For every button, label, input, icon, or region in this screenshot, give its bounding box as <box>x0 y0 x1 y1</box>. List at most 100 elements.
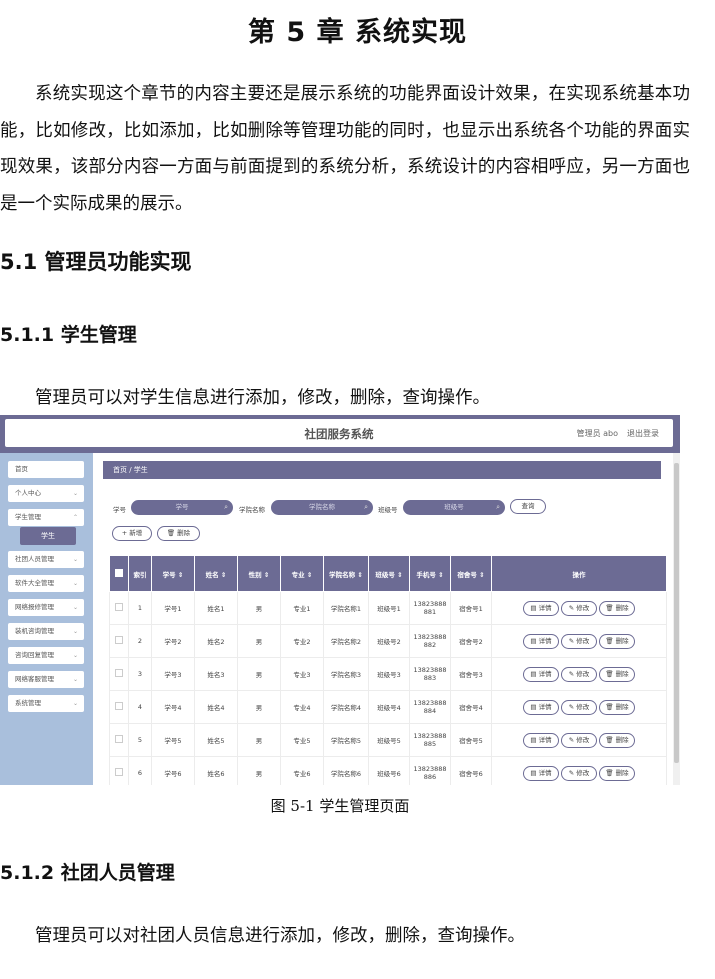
sidebar: 首页 个人中心 ⌄ 学生管理 ⌃ 学生 社团人员管理 ⌄ 软件大全管理 ⌄ 网络报修管理… <box>0 453 93 785</box>
delete-button[interactable]: 🗑 删除 <box>599 699 635 715</box>
edit-label: 修改 <box>576 603 590 612</box>
cell-phone: 13823888881 <box>409 591 451 625</box>
batch-delete-button[interactable]: 🗑 删除 <box>157 526 200 541</box>
sidebar-item-home[interactable]: 首页 <box>8 461 84 478</box>
trash-icon: 🗑 <box>605 636 614 645</box>
student-no-input[interactable]: 学号 ⌕ <box>131 500 233 515</box>
edit-button[interactable]: ✎ 修改 <box>561 765 597 781</box>
cell-name: 姓名5 <box>194 723 238 757</box>
cell-name: 姓名4 <box>194 690 238 724</box>
sidebar-item-install-consult[interactable]: 装机咨询管理 ⌄ <box>8 623 84 640</box>
trash-icon: 🗑 <box>605 735 614 744</box>
sidebar-item-consult-reply[interactable]: 咨询回复管理 ⌄ <box>8 647 84 664</box>
pencil-icon: ✎ <box>568 768 575 777</box>
vertical-scrollbar[interactable] <box>673 453 680 785</box>
cell-college: 学院名称6 <box>323 756 369 785</box>
edit-button[interactable]: ✎ 修改 <box>561 633 597 649</box>
delete-label: 删除 <box>615 768 629 777</box>
detail-label: 详情 <box>538 636 552 645</box>
edit-button[interactable]: ✎ 修改 <box>561 699 597 715</box>
scrollbar-thumb[interactable] <box>674 463 679 763</box>
cell-gender: 男 <box>237 690 281 724</box>
app-header: 社团服务系统 管理员 abo 退出登录 <box>0 415 680 453</box>
col-name[interactable]: 姓名 ⇕ <box>194 555 238 592</box>
detail-button[interactable]: ▤ 详情 <box>523 600 559 616</box>
col-phone[interactable]: 手机号 ⇕ <box>409 555 451 592</box>
cell-index: 5 <box>128 723 152 757</box>
row-checkbox[interactable] <box>109 723 129 757</box>
class-input[interactable]: 班级号 ⌕ <box>403 500 505 515</box>
sidebar-item-label: 学生管理 <box>15 513 41 521</box>
detail-button[interactable]: ▤ 详情 <box>523 765 559 781</box>
cell-student-no: 学号4 <box>151 690 195 724</box>
sidebar-item-software[interactable]: 软件大全管理 ⌄ <box>8 575 84 592</box>
row-checkbox[interactable] <box>109 591 129 625</box>
document-icon: ▤ <box>530 768 537 777</box>
document-icon: ▤ <box>530 702 537 711</box>
delete-button[interactable]: 🗑 删除 <box>599 633 635 649</box>
row-checkbox[interactable] <box>109 657 129 691</box>
sidebar-item-system[interactable]: 系统管理 ⌄ <box>8 695 84 712</box>
cell-major: 专业5 <box>280 723 324 757</box>
col-class-no[interactable]: 班级号 ⇕ <box>368 555 410 592</box>
chevron-down-icon: ⌄ <box>72 628 78 635</box>
sidebar-item-students[interactable]: 学生管理 ⌃ <box>8 509 84 526</box>
cell-student-no: 学号6 <box>151 756 195 785</box>
sidebar-item-profile[interactable]: 个人中心 ⌄ <box>8 485 84 502</box>
sidebar-item-repair[interactable]: 网络报修管理 ⌄ <box>8 599 84 616</box>
cell-actions: ▤ 详情 ✎ 修改 🗑 删除 <box>491 624 667 658</box>
sidebar-item-customer-service[interactable]: 网络客服管理 ⌄ <box>8 671 84 688</box>
col-gender[interactable]: 性别 ⇕ <box>237 555 281 592</box>
cell-college: 学院名称5 <box>323 723 369 757</box>
chevron-down-icon: ⌄ <box>72 676 78 683</box>
delete-button[interactable]: 🗑 删除 <box>599 765 635 781</box>
detail-label: 详情 <box>538 702 552 711</box>
chevron-up-icon: ⌃ <box>72 514 78 521</box>
detail-button[interactable]: ▤ 详情 <box>523 732 559 748</box>
cell-name: 姓名1 <box>194 591 238 625</box>
cell-student-no: 学号3 <box>151 657 195 691</box>
table-row: 5 学号5 姓名5 男 专业5 学院名称5 班级号5 13823888885 宿… <box>109 723 667 757</box>
sidebar-item-label: 系统管理 <box>15 699 41 707</box>
col-major[interactable]: 专业 ⇕ <box>280 555 324 592</box>
row-checkbox[interactable] <box>109 624 129 658</box>
trash-icon: 🗑 <box>605 669 614 678</box>
delete-button[interactable]: 🗑 删除 <box>599 666 635 682</box>
sidebar-subitem-student[interactable]: 学生 <box>20 527 76 545</box>
chevron-down-icon: ⌄ <box>72 700 78 707</box>
detail-button[interactable]: ▤ 详情 <box>523 699 559 715</box>
edit-button[interactable]: ✎ 修改 <box>561 600 597 616</box>
col-college[interactable]: 学院名称 ⇕ <box>323 555 369 592</box>
trash-icon: 🗑 <box>166 529 176 537</box>
cell-class-no: 班级号5 <box>368 723 410 757</box>
search-button[interactable]: 查询 <box>510 499 546 514</box>
chapter-title: 第 5 章 系统实现 <box>248 17 467 48</box>
figure-screenshot: 社团服务系统 管理员 abo 退出登录 首页 个人中心 ⌄ 学生管理 ⌃ 学生 社团… <box>0 415 680 785</box>
add-button[interactable]: + 新增 <box>112 526 152 541</box>
select-all-checkbox[interactable] <box>109 555 129 592</box>
cell-class-no: 班级号2 <box>368 624 410 658</box>
sidebar-item-label: 软件大全管理 <box>15 579 54 587</box>
cell-class-no: 班级号6 <box>368 756 410 785</box>
cell-dorm-no: 宿舍号6 <box>450 756 492 785</box>
sidebar-item-club-members[interactable]: 社团人员管理 ⌄ <box>8 551 84 568</box>
edit-button[interactable]: ✎ 修改 <box>561 666 597 682</box>
row-checkbox[interactable] <box>109 690 129 724</box>
delete-button[interactable]: 🗑 删除 <box>599 600 635 616</box>
cell-dorm-no: 宿舍号5 <box>450 723 492 757</box>
cell-index: 6 <box>128 756 152 785</box>
cell-college: 学院名称1 <box>323 591 369 625</box>
college-input[interactable]: 学院名称 ⌕ <box>271 500 373 515</box>
cell-index: 1 <box>128 591 152 625</box>
edit-button[interactable]: ✎ 修改 <box>561 732 597 748</box>
cell-gender: 男 <box>237 657 281 691</box>
col-student-no[interactable]: 学号 ⇕ <box>151 555 195 592</box>
detail-button[interactable]: ▤ 详情 <box>523 633 559 649</box>
delete-button[interactable]: 🗑 删除 <box>599 732 635 748</box>
row-checkbox[interactable] <box>109 756 129 785</box>
logout-link[interactable]: 退出登录 <box>627 428 659 439</box>
col-dorm-no[interactable]: 宿舍号 ⇕ <box>450 555 492 592</box>
detail-button[interactable]: ▤ 详情 <box>523 666 559 682</box>
delete-label: 删除 <box>615 603 629 612</box>
class-label: 班级号 <box>378 506 398 514</box>
